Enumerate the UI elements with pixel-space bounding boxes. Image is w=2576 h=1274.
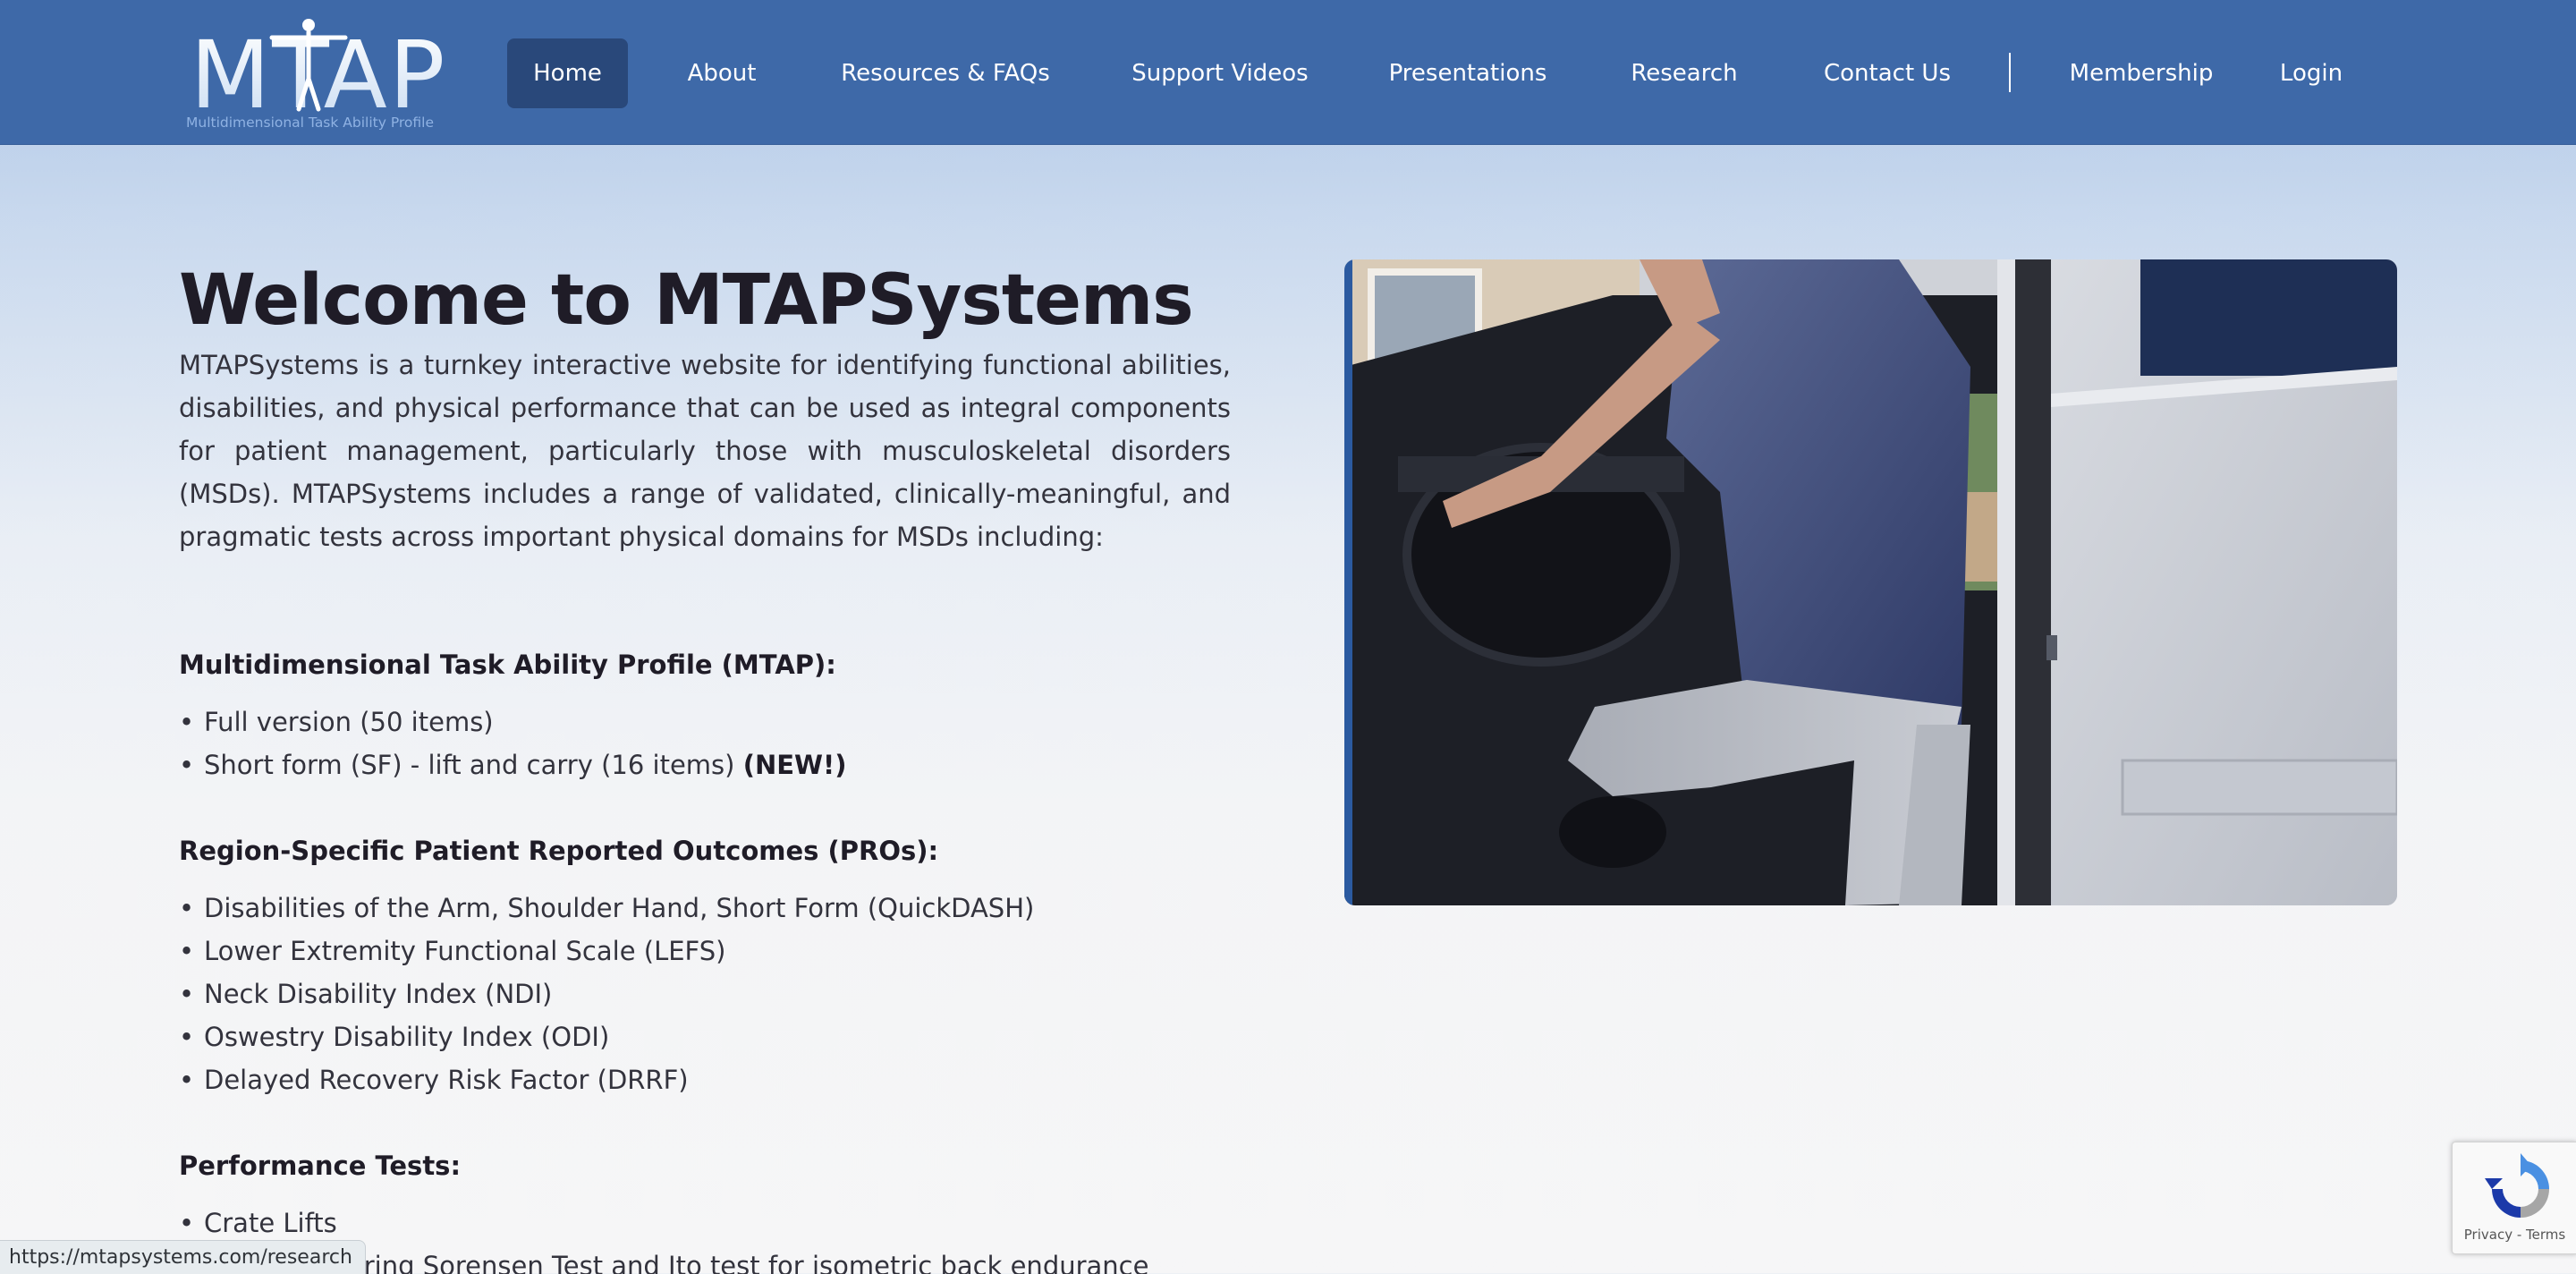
- mtap-list: Full version (50 items) Short form (SF) …: [179, 701, 847, 786]
- site-header: MTAP Multidimensional Task Ability Profi…: [0, 0, 2576, 145]
- nav-login-label: Login: [2279, 60, 2343, 87]
- list-item-text: Delayed Recovery Risk Factor (DRRF): [204, 1065, 689, 1095]
- list-item: Neck Disability Index (NDI): [179, 972, 1034, 1015]
- nav-membership[interactable]: Membership: [2063, 38, 2220, 108]
- intro-paragraph: MTAPSystems is a turnkey interactive web…: [179, 350, 1231, 552]
- nav-home-label: Home: [533, 60, 602, 87]
- nav-research[interactable]: Research: [1615, 38, 1753, 108]
- page-title: Welcome to MTAPSystems: [179, 260, 1194, 341]
- list-item-text: Crate Lifts: [204, 1208, 337, 1238]
- nav-about[interactable]: About: [673, 38, 771, 108]
- list-item: Short form (SF) - lift and carry (16 ite…: [179, 743, 847, 786]
- nav-support-videos[interactable]: Support Videos: [1122, 38, 1318, 108]
- recaptcha-separator: -: [2512, 1227, 2527, 1243]
- nav-about-label: About: [687, 60, 757, 87]
- nav-research-label: Research: [1631, 60, 1738, 87]
- list-item-text: Neck Disability Index (NDI): [204, 979, 553, 1009]
- pros-list: Disabilities of the Arm, Shoulder Hand, …: [179, 887, 1034, 1101]
- list-item: Crate Lifts: [179, 1202, 1148, 1244]
- list-item-text: Full version (50 items): [204, 707, 494, 737]
- list-item-text: Oswestry Disability Index (ODI): [204, 1022, 610, 1052]
- list-item: Delayed Recovery Risk Factor (DRRF): [179, 1058, 1034, 1101]
- mtap-logo[interactable]: MTAP Multidimensional Task Ability Profi…: [182, 16, 454, 131]
- section-heading-performance: Performance Tests:: [179, 1151, 462, 1181]
- nav-membership-label: Membership: [2069, 60, 2214, 87]
- new-badge: (NEW!): [742, 750, 847, 780]
- list-item: Lower Extremity Functional Scale (LEFS): [179, 930, 1034, 972]
- section-heading-pros: Region-Specific Patient Reported Outcome…: [179, 836, 939, 866]
- person-entering-vehicle-photo-icon: [1344, 259, 2397, 905]
- list-item: Disabilities of the Arm, Shoulder Hand, …: [179, 887, 1034, 930]
- status-url-tooltip: https://mtapsystems.com/research: [0, 1240, 366, 1274]
- nav-presentations[interactable]: Presentations: [1381, 38, 1555, 108]
- list-item-text: Short form (SF) - lift and carry (16 ite…: [204, 750, 743, 780]
- recaptcha-privacy-link[interactable]: Privacy: [2464, 1227, 2512, 1243]
- list-item: Full version (50 items): [179, 701, 847, 743]
- nav-divider: [2009, 53, 2011, 92]
- nav-contact-us-label: Contact Us: [1824, 60, 1951, 87]
- section-heading-mtap: Multidimensional Task Ability Profile (M…: [179, 650, 836, 680]
- recaptcha-terms-link[interactable]: Terms: [2526, 1227, 2565, 1243]
- nav-home[interactable]: Home: [507, 38, 628, 108]
- recaptcha-links: Privacy - Terms: [2453, 1227, 2576, 1243]
- nav-contact-us[interactable]: Contact Us: [1814, 38, 1961, 108]
- hero-image: [1344, 259, 2397, 905]
- nav-resources-faqs-label: Resources & FAQs: [841, 60, 1050, 87]
- list-item-text: Lower Extremity Functional Scale (LEFS): [204, 936, 726, 966]
- nav-resources-faqs[interactable]: Resources & FAQs: [832, 38, 1059, 108]
- recaptcha-icon: [2485, 1153, 2549, 1218]
- list-item: Oswestry Disability Index (ODI): [179, 1015, 1034, 1058]
- logo-tagline: Multidimensional Task Ability Profile: [186, 115, 434, 131]
- recaptcha-badge[interactable]: Privacy - Terms: [2452, 1142, 2576, 1254]
- nav-support-videos-label: Support Videos: [1131, 60, 1309, 87]
- nav-presentations-label: Presentations: [1388, 60, 1547, 87]
- list-item-text: Disabilities of the Arm, Shoulder Hand, …: [204, 893, 1035, 923]
- nav-login[interactable]: Login: [2268, 38, 2354, 108]
- hero-accent-bar: [1344, 259, 1352, 905]
- mtap-logo-graphic: MTAP Multidimensional Task Ability Profi…: [186, 19, 445, 131]
